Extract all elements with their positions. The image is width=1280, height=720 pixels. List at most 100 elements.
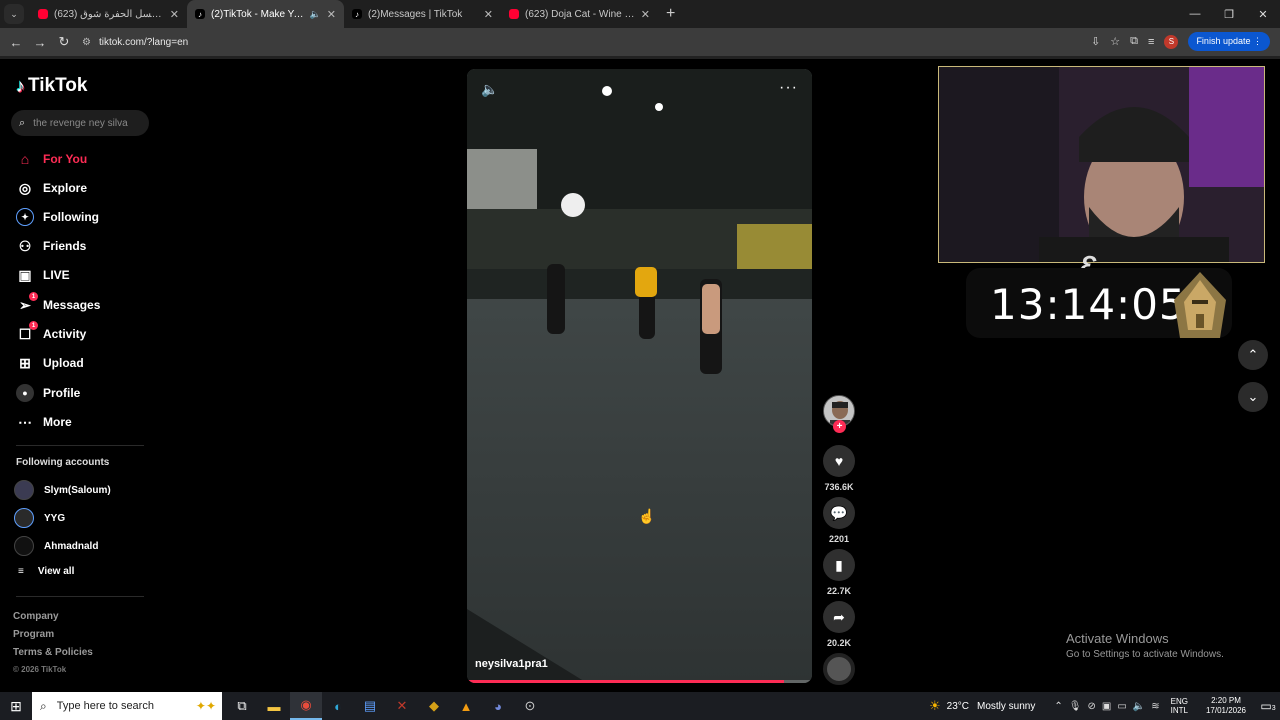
view-all-link[interactable]: ≡ View all xyxy=(18,566,74,577)
toolbar-right: ⇩ ☆ ⧉ ≡ S Finish update ⋮ xyxy=(1091,32,1270,51)
file-explorer-button[interactable]: ▬ xyxy=(258,692,290,720)
chevron-down-icon: ⌄ xyxy=(1247,389,1259,404)
site-info-icon[interactable]: ⚙ xyxy=(82,37,91,48)
following-account-item[interactable]: Slym(Saloum) xyxy=(14,480,111,500)
tab-tiktok-messages[interactable]: ♪ (2)Messages | TikTok ✕ xyxy=(344,0,501,28)
avatar xyxy=(14,536,34,556)
logo-text: TikTok xyxy=(28,75,88,96)
notification-center-button[interactable]: ▭3 xyxy=(1256,699,1280,713)
network-off-icon[interactable]: ⊘ xyxy=(1087,701,1095,712)
following-accounts-title: Following accounts xyxy=(16,457,110,468)
app-button[interactable]: ⊙ xyxy=(514,692,546,720)
search-input[interactable]: ⌕ the revenge ney silva xyxy=(11,110,149,136)
nav-for-you[interactable]: ⌂ For You xyxy=(16,150,87,168)
tab-youtube-2[interactable]: (623) Doja Cat - Wine Pon You ✕ xyxy=(501,0,658,28)
battery-icon[interactable]: ▭ xyxy=(1117,701,1126,712)
chrome-button[interactable]: ◉ xyxy=(290,692,322,720)
extensions-icon[interactable]: ⧉ xyxy=(1130,35,1138,48)
nav-profile[interactable]: ● Profile xyxy=(16,384,80,402)
close-icon[interactable]: ✕ xyxy=(327,8,336,21)
finish-update-button[interactable]: Finish update ⋮ xyxy=(1188,32,1270,51)
video-progress-bar[interactable] xyxy=(467,680,812,683)
tiktok-logo[interactable]: ♪ TikTok xyxy=(16,75,87,97)
bookmark-icon: ▮ xyxy=(835,556,843,573)
language-code: ENG xyxy=(1170,697,1188,706)
microphone-icon[interactable]: 🎙 xyxy=(1069,701,1082,712)
install-app-icon[interactable]: ⇩ xyxy=(1091,35,1100,48)
webcam-overlay xyxy=(938,66,1265,263)
speaker-icon[interactable]: 🔈 xyxy=(310,9,321,20)
share-button[interactable]: ➦ xyxy=(823,601,855,633)
forward-button[interactable]: → xyxy=(28,35,52,50)
footer-company-link[interactable]: Company xyxy=(13,611,59,622)
restore-button[interactable]: ❐ xyxy=(1212,0,1246,28)
url-field[interactable]: ⚙ tiktok.com/?lang=en xyxy=(82,32,1122,52)
bookmark-star-icon[interactable]: ☆ xyxy=(1110,35,1120,48)
footer-program-link[interactable]: Program xyxy=(13,629,54,640)
edge-button[interactable]: ◐ xyxy=(322,692,354,720)
app-button[interactable]: ◕ xyxy=(482,692,514,720)
nav-following[interactable]: ✦ Following xyxy=(16,208,99,226)
finish-update-label: Finish update xyxy=(1196,36,1251,46)
home-icon: ⌂ xyxy=(20,151,30,167)
start-button[interactable]: ⊞ xyxy=(0,698,32,715)
next-video-button[interactable]: ⌄ xyxy=(1238,382,1268,412)
app-button[interactable]: ◆ xyxy=(418,692,450,720)
close-icon[interactable]: ✕ xyxy=(641,8,650,21)
music-disc-icon[interactable] xyxy=(823,653,855,685)
reload-button[interactable]: ↻ xyxy=(52,34,76,50)
taskbar-search-input[interactable]: ⌕ Type here to search ✦✦ xyxy=(32,692,222,720)
previous-video-button[interactable]: ⌃ xyxy=(1238,340,1268,370)
footer-terms-link[interactable]: Terms & Policies xyxy=(13,647,93,658)
system-tray: ☀ 23°C Mostly sunny ⌃ 🎙 ⊘ ▣ ▭ 🔈 ≋ ENG IN… xyxy=(929,692,1280,720)
tab-search-button[interactable]: ⌄ xyxy=(4,4,24,24)
nav-more[interactable]: ⋯ More xyxy=(16,413,72,431)
tab-youtube-1[interactable]: (623) اغنية مسلسل الحفرة شوق ✕ xyxy=(30,0,187,28)
tab-title: (2)TikTok - Make Your Day xyxy=(211,8,306,20)
follow-plus-button[interactable]: + xyxy=(833,420,846,433)
tiktok-sidebar: ♪ TikTok ⌕ the revenge ney silva ⌂ For Y… xyxy=(0,59,160,690)
wifi-icon[interactable]: ≋ xyxy=(1151,701,1159,712)
nav-friends[interactable]: ⚇ Friends xyxy=(16,237,87,255)
volume-icon[interactable]: 🔈 xyxy=(481,81,498,98)
app-button[interactable]: ▲ xyxy=(450,692,482,720)
reading-list-icon[interactable]: ≡ xyxy=(1148,36,1154,48)
keyboard-layout: INTL xyxy=(1170,706,1188,715)
tab-tiktok-feed[interactable]: ♪ (2)TikTok - Make Your Day 🔈 ✕ xyxy=(187,0,344,28)
volume-icon[interactable]: 🔈 xyxy=(1133,701,1145,712)
chevron-up-icon[interactable]: ⌃ xyxy=(1054,701,1062,712)
weather-widget[interactable]: ☀ 23°C Mostly sunny xyxy=(929,698,1035,714)
tab-title: (2)Messages | TikTok xyxy=(368,8,463,20)
comment-count: 2201 xyxy=(828,534,850,544)
app-button[interactable]: ✕ xyxy=(386,692,418,720)
like-button[interactable]: ♥ xyxy=(823,445,855,477)
taskbar-clock[interactable]: 2:20 PM 17/01/2026 xyxy=(1206,696,1246,716)
screen-icon[interactable]: ▣ xyxy=(1102,701,1111,712)
nav-upload[interactable]: ⊞ Upload xyxy=(16,354,84,372)
following-account-item[interactable]: Ahmadnald xyxy=(14,536,98,556)
nav-activity[interactable]: ☐ 1 Activity xyxy=(16,321,86,343)
save-button[interactable]: ▮ xyxy=(823,549,855,581)
app-button[interactable]: ▤ xyxy=(354,692,386,720)
language-indicator[interactable]: ENG INTL xyxy=(1171,697,1188,715)
back-button[interactable]: ← xyxy=(4,35,28,50)
following-account-item[interactable]: YYG xyxy=(14,508,65,528)
minimize-button[interactable]: — xyxy=(1178,0,1212,28)
task-view-button[interactable]: ⧉ xyxy=(226,692,258,720)
comment-button[interactable]: 💬 xyxy=(823,497,855,529)
address-bar: ← → ↻ ⚙ tiktok.com/?lang=en ⇩ ☆ ⧉ ≡ S Fi… xyxy=(0,28,1280,56)
video-player[interactable]: 🔈 ··· neysilva1pra1 xyxy=(467,69,812,683)
nav-label: Following xyxy=(43,210,99,224)
close-icon[interactable]: ✕ xyxy=(484,8,493,21)
profile-avatar[interactable]: S xyxy=(1164,34,1179,49)
close-icon[interactable]: ✕ xyxy=(170,8,179,21)
nav-messages[interactable]: ➢ 1 Messages xyxy=(16,292,100,314)
video-author[interactable]: neysilva1pra1 xyxy=(475,658,548,670)
close-window-button[interactable]: ✕ xyxy=(1246,0,1280,28)
more-options-icon[interactable]: ··· xyxy=(779,79,798,97)
nav-explore[interactable]: ◎ Explore xyxy=(16,179,87,197)
upload-icon: ⊞ xyxy=(19,354,31,371)
new-tab-button[interactable]: + xyxy=(666,5,675,23)
nav-live[interactable]: ▣ LIVE xyxy=(16,266,69,284)
notification-icon: ▭ xyxy=(1260,699,1272,713)
